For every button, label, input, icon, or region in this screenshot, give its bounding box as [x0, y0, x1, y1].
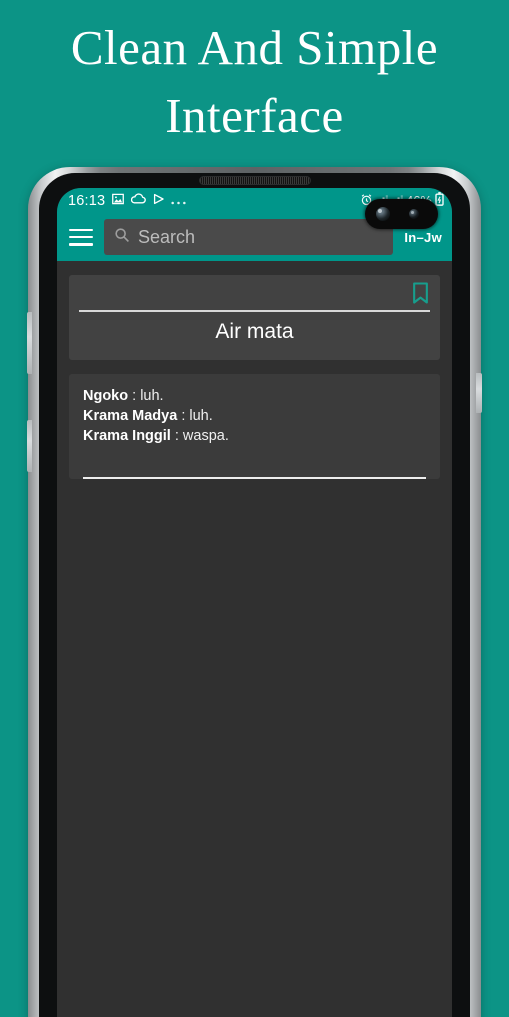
cloud-icon [131, 192, 147, 209]
word-title: Air mata [215, 319, 294, 343]
definition-level-label: Krama Madya [83, 407, 178, 424]
definition-value: luh. [189, 407, 213, 424]
phone-screen: 16:13 Search In–Jw Air mata Ngoko: luh.… [57, 188, 452, 1017]
definition-card-spacer [83, 446, 426, 472]
phone-device-mockup: 16:13 Search In–Jw Air mata Ngoko: luh.… [27, 167, 482, 1017]
status-bar-clock: 16:13 [68, 192, 106, 209]
search-input[interactable]: Search [104, 219, 394, 255]
definition-level-label: Ngoko [83, 387, 129, 404]
play-icon [152, 192, 165, 209]
image-icon [111, 192, 125, 209]
definition-value: waspa. [182, 427, 229, 444]
search-icon [114, 227, 130, 248]
promo-heading: Clean And Simple Interface [70, 20, 439, 143]
volume-down-button[interactable] [27, 420, 32, 472]
definition-entry: Ngoko : luh. [83, 386, 426, 406]
language-pair-button[interactable]: In–Jw [404, 230, 442, 245]
definition-entry: Krama Inggil : waspa. [83, 426, 426, 446]
bookmark-icon[interactable] [411, 281, 430, 310]
definition-separator: : [170, 427, 183, 444]
hamburger-menu-icon[interactable] [69, 228, 93, 246]
power-button[interactable] [476, 373, 482, 413]
bookmark-row [79, 281, 430, 307]
more-dots-icon [171, 193, 186, 209]
front-camera-cutout [365, 199, 438, 229]
content-area: Air mata Ngoko : luh. Krama Madya : luh.… [57, 261, 452, 479]
definition-level-label: Krama Inggil [83, 427, 171, 444]
search-placeholder-text: Search [138, 226, 196, 247]
phone-bezel: 16:13 Search In–Jw Air mata Ngoko: luh.… [39, 173, 470, 1017]
status-bar-left-group: 16:13 [68, 192, 186, 209]
word-card-divider [79, 310, 430, 312]
definition-separator: : [177, 407, 190, 424]
word-header-card[interactable]: Air mata [69, 275, 440, 360]
definition-separator: : [128, 387, 141, 404]
camera-lens-secondary-icon [409, 209, 419, 219]
definition-value: luh. [140, 387, 164, 404]
definition-card-divider [83, 476, 426, 479]
definition-card: Ngoko : luh. Krama Madya : luh. Krama In… [69, 373, 440, 479]
volume-up-button[interactable] [27, 312, 32, 374]
definition-entry: Krama Madya : luh. [83, 406, 426, 426]
earpiece-speaker-icon [198, 176, 311, 185]
camera-lens-primary-icon [376, 207, 390, 221]
